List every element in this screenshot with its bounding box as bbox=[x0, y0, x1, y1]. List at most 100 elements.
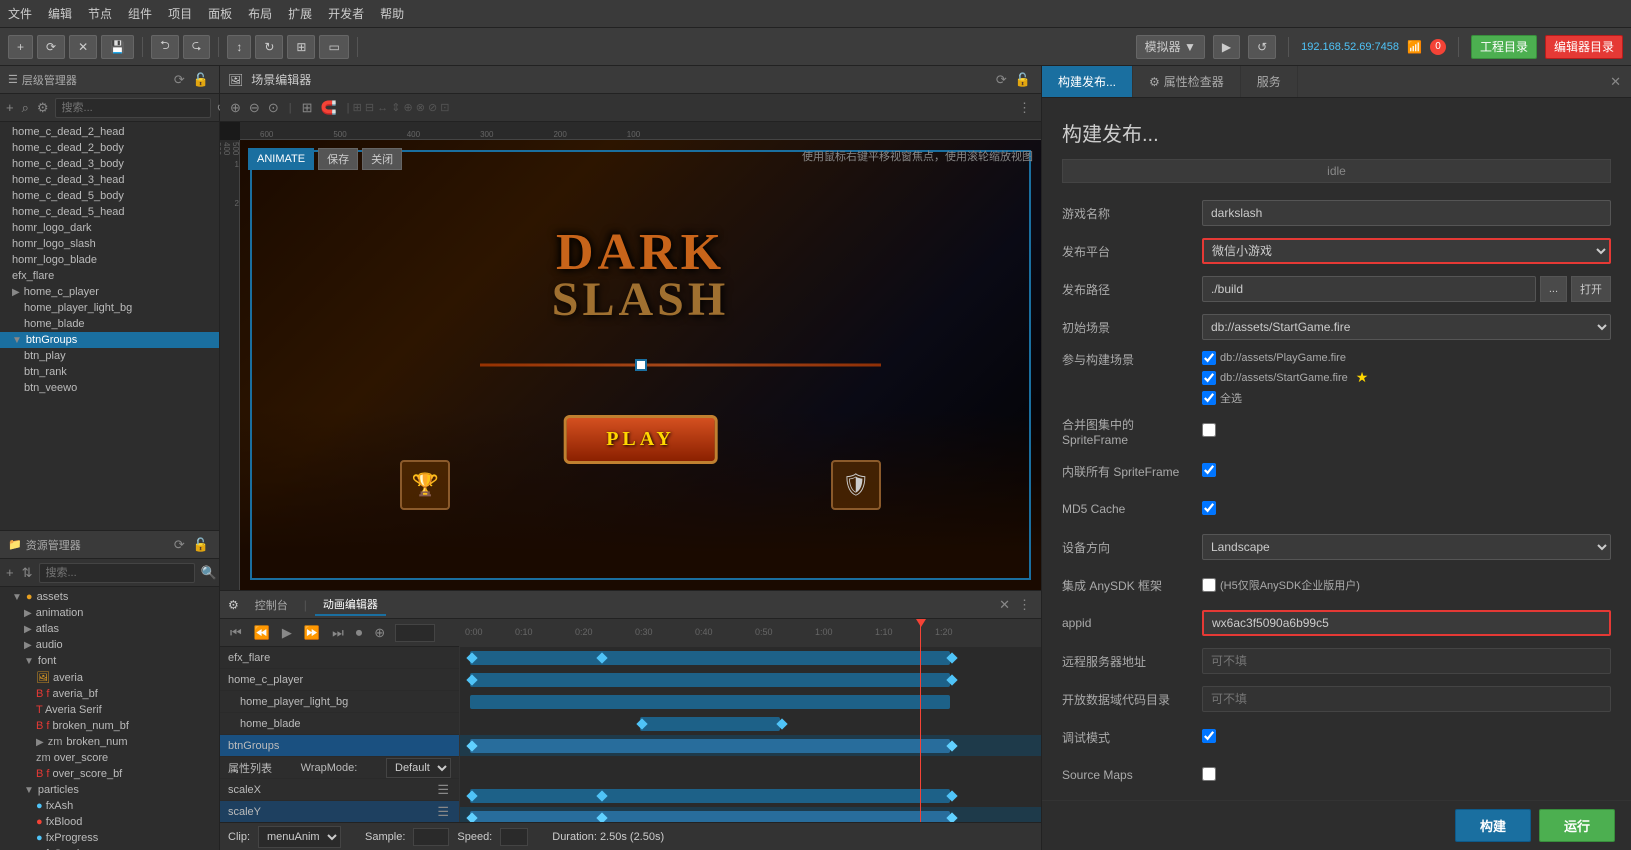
menu-item-node[interactable]: 节点 bbox=[88, 5, 112, 22]
assets-sort[interactable]: ⇅ bbox=[20, 564, 35, 581]
anim-add-key-btn[interactable]: ⊕ bbox=[372, 624, 387, 641]
hierarchy-search[interactable] bbox=[55, 98, 211, 118]
tree-item-body5[interactable]: home_c_dead_5_body bbox=[0, 188, 219, 204]
anim-play-btn[interactable]: ⏮ bbox=[228, 624, 244, 641]
track-property-list[interactable]: 属性列表 WrapMode: Default bbox=[220, 757, 459, 779]
inline-sprites-check[interactable] bbox=[1202, 463, 1216, 477]
assets-broken-num[interactable]: ▶ zm broken_num bbox=[0, 734, 219, 750]
menu-item-panel[interactable]: 面板 bbox=[208, 5, 232, 22]
timeline-track-3[interactable] bbox=[460, 713, 1041, 735]
game-name-input[interactable] bbox=[1202, 200, 1611, 226]
select-all-check[interactable] bbox=[1202, 391, 1216, 405]
scene-2-star[interactable]: ★ bbox=[1356, 369, 1369, 386]
tree-item-head5[interactable]: home_c_dead_5_head bbox=[0, 204, 219, 220]
assets-animation[interactable]: ▶ animation bbox=[0, 605, 219, 621]
assets-search[interactable] bbox=[39, 563, 195, 583]
assets-over-score[interactable]: zm over_score bbox=[0, 750, 219, 766]
scene-grid-toggle[interactable]: ⊞ bbox=[300, 99, 315, 116]
anim-timeline[interactable]: 0:00 0:10 0:20 0:30 0:40 0:50 1:00 1:10 … bbox=[460, 619, 1041, 822]
merge-sprites-check[interactable] bbox=[1202, 423, 1216, 437]
tree-item-light-bg[interactable]: home_player_light_bg bbox=[0, 300, 219, 316]
project-dir-button[interactable]: 工程目录 bbox=[1471, 35, 1537, 59]
anim-end-btn[interactable]: ⏭ bbox=[330, 624, 346, 641]
wrap-mode-select[interactable]: Default bbox=[386, 758, 451, 778]
right-panel-close[interactable]: ✕ bbox=[1608, 73, 1623, 90]
anim-pause-btn[interactable]: ▶ bbox=[280, 624, 294, 641]
scene-more[interactable]: ⋮ bbox=[1016, 99, 1033, 116]
scene-refresh[interactable]: ⟳ bbox=[994, 71, 1009, 88]
track-light-bg[interactable]: home_player_light_bg bbox=[220, 691, 459, 713]
selection-handle[interactable] bbox=[635, 359, 647, 371]
scaley-menu[interactable]: ☰ bbox=[435, 803, 451, 820]
menu-item-file[interactable]: 文件 bbox=[8, 5, 32, 22]
scene-viewport[interactable]: 600 500 400 300 200 100 1 2 bbox=[220, 122, 1041, 590]
menu-item-extend[interactable]: 扩展 bbox=[288, 5, 312, 22]
timeline-track-4[interactable] bbox=[460, 735, 1041, 757]
device-dir-select[interactable]: Landscape bbox=[1202, 534, 1611, 560]
hierarchy-refresh[interactable]: ⟳ bbox=[172, 71, 187, 88]
reload-button[interactable]: ↺ bbox=[1248, 35, 1276, 59]
scene-1-check[interactable] bbox=[1202, 351, 1216, 365]
anim-prev-btn[interactable]: ⏪ bbox=[252, 624, 272, 641]
play-button-img[interactable]: PLAY bbox=[563, 415, 718, 464]
assets-atlas[interactable]: ▶ atlas bbox=[0, 621, 219, 637]
cut-button[interactable]: ✕ bbox=[69, 35, 97, 59]
hierarchy-settings[interactable]: ⚙ bbox=[35, 99, 51, 116]
assets-broken-num-bf[interactable]: B f broken_num_bf bbox=[0, 718, 219, 734]
scalex-menu[interactable]: ☰ bbox=[435, 781, 451, 798]
undo-button[interactable]: ⮌ bbox=[151, 35, 179, 59]
tab-build[interactable]: 构建发布... bbox=[1042, 66, 1133, 97]
scene-tool1[interactable]: ⊕ bbox=[228, 99, 243, 116]
anysdk-check[interactable] bbox=[1202, 578, 1216, 592]
control-tab[interactable]: 控制台 bbox=[247, 595, 296, 615]
menu-item-help[interactable]: 帮助 bbox=[380, 5, 404, 22]
assets-fxsmoke[interactable]: ● fxSmoke bbox=[0, 846, 219, 850]
tree-item-head2[interactable]: home_c_dead_2_head bbox=[0, 124, 219, 140]
scale-btn[interactable]: ⊞ bbox=[287, 35, 315, 59]
track-scalex[interactable]: scaleX ☰ bbox=[220, 779, 459, 801]
game-preview[interactable]: DARK SLASH 🏆 PLAY 🛡 bbox=[240, 140, 1041, 590]
anim-more[interactable]: ⋮ bbox=[1016, 596, 1033, 613]
scene-tool2[interactable]: ⊖ bbox=[247, 99, 262, 116]
hierarchy-search-btn[interactable]: ⌕ bbox=[20, 99, 31, 116]
assets-refresh[interactable]: ⟳ bbox=[172, 536, 187, 553]
play-button[interactable]: ▶ bbox=[1213, 35, 1240, 59]
browse-btn[interactable]: ... bbox=[1540, 276, 1567, 302]
tree-item-flare[interactable]: efx_flare bbox=[0, 268, 219, 284]
menu-item-dev[interactable]: 开发者 bbox=[328, 5, 364, 22]
source-maps-check[interactable] bbox=[1202, 767, 1216, 781]
rotate-btn[interactable]: ↻ bbox=[255, 35, 283, 59]
timeline-track-0[interactable] bbox=[460, 647, 1041, 669]
translate-btn[interactable]: ↕ bbox=[227, 35, 251, 59]
track-scaley[interactable]: scaleY ☰ bbox=[220, 801, 459, 822]
anim-close[interactable]: ✕ bbox=[997, 596, 1012, 613]
build-btn[interactable]: 构建 bbox=[1455, 809, 1531, 842]
tree-item-btn-play[interactable]: btn_play bbox=[0, 348, 219, 364]
assets-lock[interactable]: 🔓 bbox=[191, 536, 211, 553]
rect-btn[interactable]: ▭ bbox=[319, 35, 348, 59]
tree-item-body2[interactable]: home_c_dead_2_body bbox=[0, 140, 219, 156]
assets-font[interactable]: ▼ font bbox=[0, 653, 219, 669]
assets-particles[interactable]: ▼ particles bbox=[0, 782, 219, 798]
timeline-track-7[interactable] bbox=[460, 807, 1041, 822]
assets-averia-serif[interactable]: T Averia Serif bbox=[0, 702, 219, 718]
speed-input[interactable]: 1 bbox=[500, 828, 528, 846]
anim-next-btn[interactable]: ⏩ bbox=[302, 624, 322, 641]
tree-item-btngroups[interactable]: ▼ btnGroups bbox=[0, 332, 219, 348]
scene-lock[interactable]: 🔓 bbox=[1013, 71, 1033, 88]
clip-select[interactable]: menuAnim bbox=[258, 826, 341, 848]
assets-averia-bf[interactable]: B f averia_bf bbox=[0, 686, 219, 702]
tree-item-body3[interactable]: home_c_dead_3_body bbox=[0, 156, 219, 172]
hierarchy-lock[interactable]: 🔓 bbox=[191, 71, 211, 88]
tab-service[interactable]: 服务 bbox=[1241, 66, 1298, 97]
track-home-player[interactable]: home_c_player bbox=[220, 669, 459, 691]
timeline-track-6[interactable] bbox=[460, 785, 1041, 807]
redo-button[interactable]: ⮎ bbox=[183, 35, 211, 59]
assets-averia[interactable]: 🖼 averia bbox=[0, 669, 219, 686]
animate-btn[interactable]: ANIMATE bbox=[248, 148, 314, 170]
open-btn[interactable]: 打开 bbox=[1571, 276, 1611, 302]
start-scene-select[interactable]: db://assets/StartGame.fire bbox=[1202, 314, 1611, 340]
timeline-track-2[interactable] bbox=[460, 691, 1041, 713]
tree-item-player[interactable]: ▶ home_c_player bbox=[0, 284, 219, 300]
debug-check[interactable] bbox=[1202, 729, 1216, 743]
